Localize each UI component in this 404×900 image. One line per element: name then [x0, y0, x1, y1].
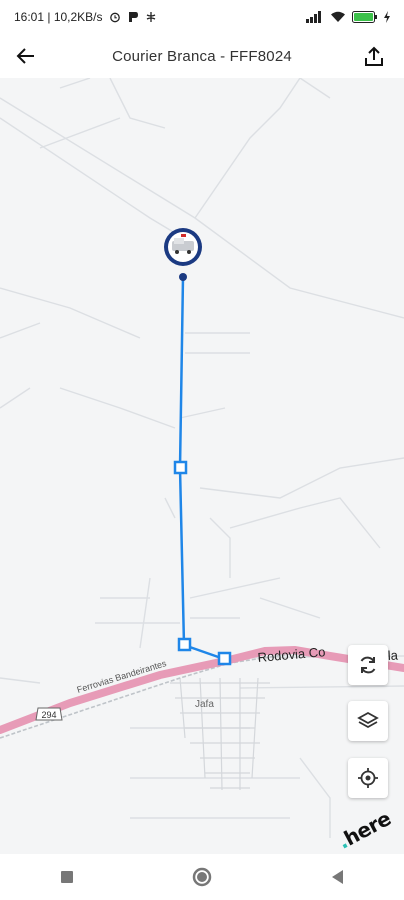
highway-shield: 294 [35, 707, 63, 721]
share-upload-icon [365, 46, 383, 66]
status-bar: 16:01 | 10,2KB/s [0, 0, 404, 34]
town-blocks [170, 677, 270, 791]
road-label-tail: la [387, 647, 399, 663]
town-label: Jafa [195, 699, 214, 710]
home-button[interactable] [172, 854, 232, 900]
circle-icon [192, 867, 212, 887]
wifi-icon [331, 11, 345, 22]
triangle-icon [331, 870, 343, 884]
status-time: 16:01 | 10,2KB/s [14, 10, 103, 24]
locate-button[interactable] [348, 758, 388, 798]
system-nav-bar [0, 854, 404, 900]
map-canvas[interactable]: 294 Ferrovias Bandeirantes Rodovia Co la… [0, 78, 404, 854]
share-button[interactable] [352, 34, 396, 78]
battery-icon [352, 11, 377, 23]
locate-icon [358, 768, 378, 788]
route-start-dot [179, 273, 187, 281]
layers-icon [357, 711, 379, 729]
app-bar: Courier Branca - FFF8024 [0, 34, 404, 78]
refresh-icon [360, 656, 376, 674]
square-icon [61, 871, 74, 883]
alarm-icon [109, 12, 120, 23]
route-waypoint-end[interactable] [217, 651, 232, 666]
signal-icon [306, 11, 321, 23]
arrow-left-icon [16, 48, 34, 64]
layers-button[interactable] [348, 701, 388, 741]
recents-button[interactable] [37, 854, 97, 900]
app-notification-icon [128, 12, 138, 22]
refresh-button[interactable] [348, 645, 388, 685]
nav-back-button[interactable] [307, 854, 367, 900]
app-notification-icon-2 [146, 12, 155, 22]
back-button[interactable] [0, 34, 52, 78]
charging-icon [384, 11, 390, 23]
page-title: Courier Branca - FFF8024 [112, 47, 292, 65]
route-waypoint[interactable] [177, 637, 192, 652]
route-waypoint[interactable] [173, 460, 188, 475]
vehicle-marker[interactable] [164, 228, 202, 266]
map-view[interactable]: 294 Ferrovias Bandeirantes Rodovia Co la… [0, 78, 404, 854]
highway-shield-label: 294 [41, 710, 56, 720]
